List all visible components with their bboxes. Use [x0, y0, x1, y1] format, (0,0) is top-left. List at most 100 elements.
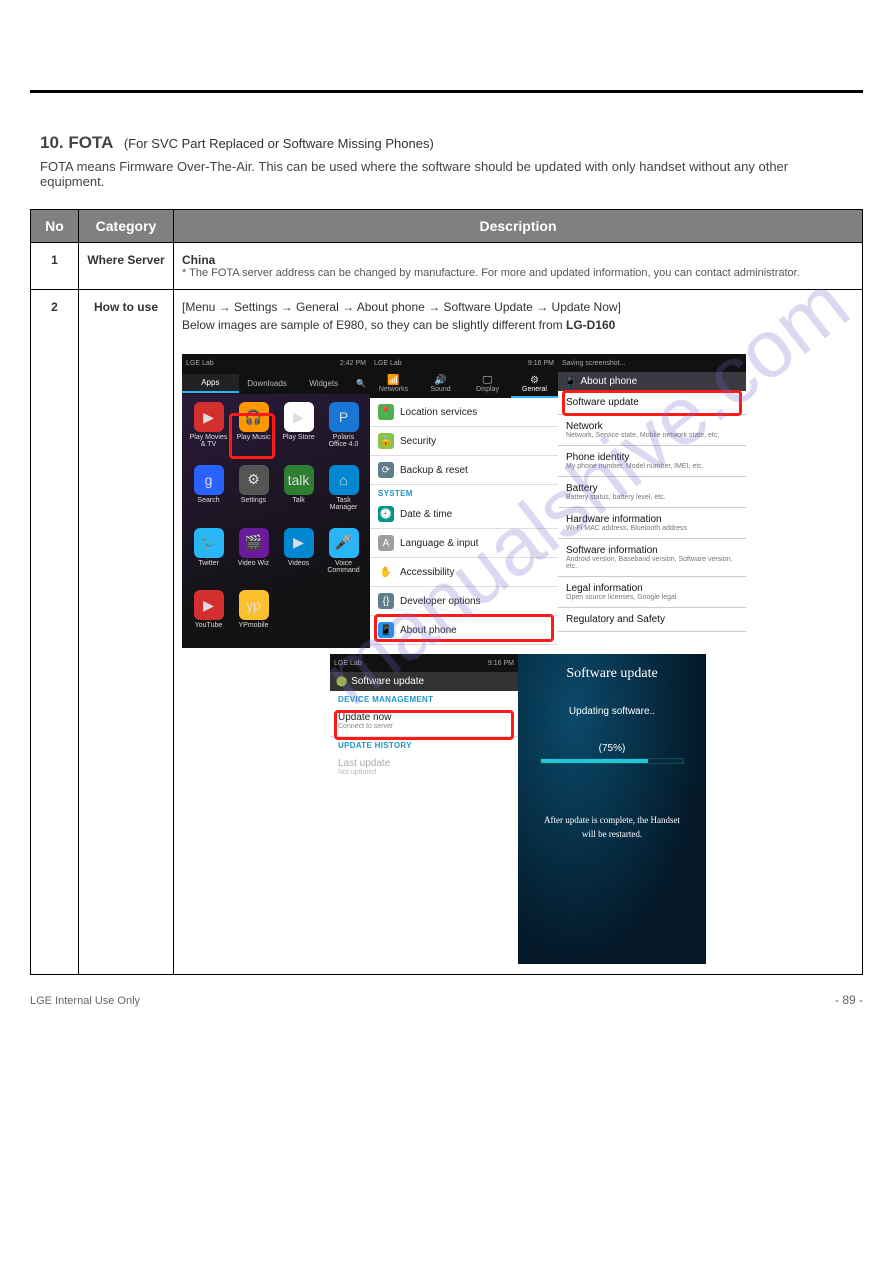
about-item-sub: My phone number, Model number, IMEI, etc…	[566, 463, 738, 470]
settings-item-backup-reset[interactable]: ⟳Backup & reset	[370, 456, 558, 485]
app-icon-video-wiz[interactable]: 🎬Video Wiz	[233, 528, 274, 585]
about-item-title: Regulatory and Safety	[566, 614, 738, 625]
settings-item-label: About phone	[400, 625, 457, 636]
settings-item-label: Language & input	[400, 538, 478, 549]
app-icon-twitter[interactable]: 🐦Twitter	[188, 528, 229, 585]
settings-item-icon: {}	[378, 593, 394, 609]
about-item-title: Phone identity	[566, 452, 738, 463]
app-icon-play-movies-tv[interactable]: ▶ Play Movies & TV	[188, 402, 229, 459]
settings-item-date-time[interactable]: 🕘 Date & time	[370, 500, 558, 529]
about-item-network[interactable]: NetworkNetwork, Service state, Mobile ne…	[558, 415, 746, 446]
step-path: [Menu → Settings → General → About phone…	[182, 300, 854, 314]
about-item-phone-identity[interactable]: Phone identityMy phone number, Model num…	[558, 446, 746, 477]
app-icon-voice-command[interactable]: 🎤Voice Command	[323, 528, 364, 585]
last-update-label: Last update	[338, 758, 390, 769]
settings-item-location-services[interactable]: 📍Location services	[370, 398, 558, 427]
app-icon-task-manager[interactable]: ⌂Task Manager	[323, 465, 364, 522]
app-label: Videos	[288, 560, 309, 567]
row1-no: 1	[31, 243, 79, 290]
about-item-software-update[interactable]: Software update	[558, 391, 746, 415]
gear-icon: ⚙	[511, 375, 558, 386]
carrier-label: LGE Lab	[334, 660, 362, 667]
settings-list-personal: 📍Location services🔒Security⟳Backup & res…	[370, 398, 558, 485]
section-subtitle: (For SVC Part Replaced or Software Missi…	[124, 136, 434, 151]
app-icon-polaris-office-4-0[interactable]: PPolaris Office 4.0	[323, 402, 364, 459]
last-update-sub: Not updated	[338, 769, 390, 776]
settings-item-language-input[interactable]: A Language & input	[370, 529, 558, 558]
display-icon: 🖵	[464, 375, 511, 386]
step-note-prefix: Below images are sample of E980, so they…	[182, 318, 566, 332]
app-label: Polaris Office 4.0	[323, 434, 364, 448]
app-label: Settings	[241, 497, 266, 504]
progress-status: Updating software..	[518, 706, 706, 717]
clock-label: 9:16 PM	[488, 660, 514, 667]
row2-no: 2	[31, 290, 79, 975]
settings-item-developer-options[interactable]: {}Developer options	[370, 587, 558, 616]
status-bar: LGE Lab 2:42 PM	[182, 354, 370, 372]
app-icon-ypmobile[interactable]: ypYPmobile	[233, 590, 274, 640]
app-icon-videos[interactable]: ▶ Videos	[278, 528, 319, 585]
about-item-battery[interactable]: BatteryBattery status, battery level, et…	[558, 477, 746, 508]
tab-general[interactable]: ⚙General	[511, 372, 558, 398]
tab-widgets[interactable]: Widgets	[295, 375, 352, 392]
settings-item-security[interactable]: 🔒Security	[370, 427, 558, 456]
settings-item-icon: 📱	[378, 622, 394, 638]
settings-item-icon: A	[378, 535, 394, 551]
about-item-legal-information[interactable]: Legal informationOpen source licenses, G…	[558, 577, 746, 608]
software-update-header: ⬤ Software update	[330, 672, 518, 691]
app-glyph-icon: ▶	[194, 590, 224, 620]
settings-item-label: Date & time	[400, 509, 452, 520]
tab-sound[interactable]: 🔊Sound	[417, 372, 464, 398]
col-category-header: Category	[79, 210, 174, 243]
tab-networks[interactable]: 📶Networks	[370, 372, 417, 398]
app-glyph-icon: ▶	[284, 528, 314, 558]
about-phone-list: Software updateNetworkNetwork, Service s…	[558, 391, 746, 632]
about-item-software-information[interactable]: Software informationAndroid version, Bas…	[558, 539, 746, 577]
tab-apps[interactable]: Apps	[182, 374, 239, 393]
tab-display[interactable]: 🖵Display	[464, 372, 511, 398]
app-glyph-icon: ▶	[194, 402, 224, 432]
search-icon[interactable]: 🔍	[352, 379, 370, 388]
app-label: Play Movies & TV	[188, 434, 229, 448]
settings-list-system: 🕘 Date & time A Language & input ✋Accessibil…	[370, 500, 558, 645]
section-device-mgmt: DEVICE MANAGEMENT	[330, 691, 518, 706]
item-update-now[interactable]: Update now Connect to server	[330, 706, 518, 737]
app-icon-settings[interactable]: ⚙Settings	[233, 465, 274, 522]
app-glyph-icon: 🎬	[239, 528, 269, 558]
about-item-regulatory-and-safety[interactable]: Regulatory and Safety	[558, 608, 746, 632]
app-glyph-icon: 🐦	[194, 528, 224, 558]
about-item-hardware-information[interactable]: Hardware informationWi-Fi MAC address, B…	[558, 508, 746, 539]
app-icon-play-store[interactable]: ▶ Play Store	[278, 402, 319, 459]
update-now-label: Update now	[338, 712, 393, 723]
row1-body: China * The FOTA server address can be c…	[174, 243, 863, 290]
app-label: Talk	[292, 497, 304, 504]
screenshot-settings: LGE Lab 9:16 PM 📶Networks 🔊Sound 🖵Displa…	[370, 354, 558, 648]
app-glyph-icon: ▶	[284, 402, 314, 432]
carrier-label: LGE Lab	[186, 360, 214, 367]
settings-item-accessibility[interactable]: ✋Accessibility	[370, 558, 558, 587]
row2-cat: How to use	[79, 290, 174, 975]
app-glyph-icon: talk	[284, 465, 314, 495]
app-grid: ▶ Play Movies & TV 🎧Play Music ▶ Play Store P…	[182, 394, 370, 648]
app-label: Task Manager	[323, 497, 364, 511]
settings-item-icon: ✋	[378, 564, 394, 580]
screenshot-about-phone: Saving screenshot... 📱 About phone Softw…	[558, 354, 746, 648]
row2-body: [Menu → Settings → General → About phone…	[174, 290, 863, 975]
app-label: Play Store	[282, 434, 314, 441]
progress-title: Software update	[518, 654, 706, 706]
app-icon-play-music[interactable]: 🎧Play Music	[233, 402, 274, 459]
settings-item-about-phone[interactable]: 📱 About phone	[370, 616, 558, 645]
settings-item-icon: 🔒	[378, 433, 394, 449]
tab-downloads[interactable]: Downloads	[239, 375, 296, 392]
app-icon-youtube[interactable]: ▶YouTube	[188, 590, 229, 640]
table-row: 2 How to use [Menu → Settings → General …	[31, 290, 863, 975]
status-bar: LGE Lab 9:16 PM	[330, 654, 518, 672]
fota-table: No Category Description 1 Where Server C…	[30, 209, 863, 975]
app-icon-talk[interactable]: talk Talk	[278, 465, 319, 522]
about-item-sub: Network, Service state, Mobile network s…	[566, 432, 738, 439]
saving-screenshot-label: Saving screenshot...	[562, 360, 625, 367]
settings-item-icon: 🕘	[378, 506, 394, 522]
app-icon-search[interactable]: gSearch	[188, 465, 229, 522]
update-now-sub: Connect to server	[338, 723, 393, 730]
settings-item-icon: 📍	[378, 404, 394, 420]
